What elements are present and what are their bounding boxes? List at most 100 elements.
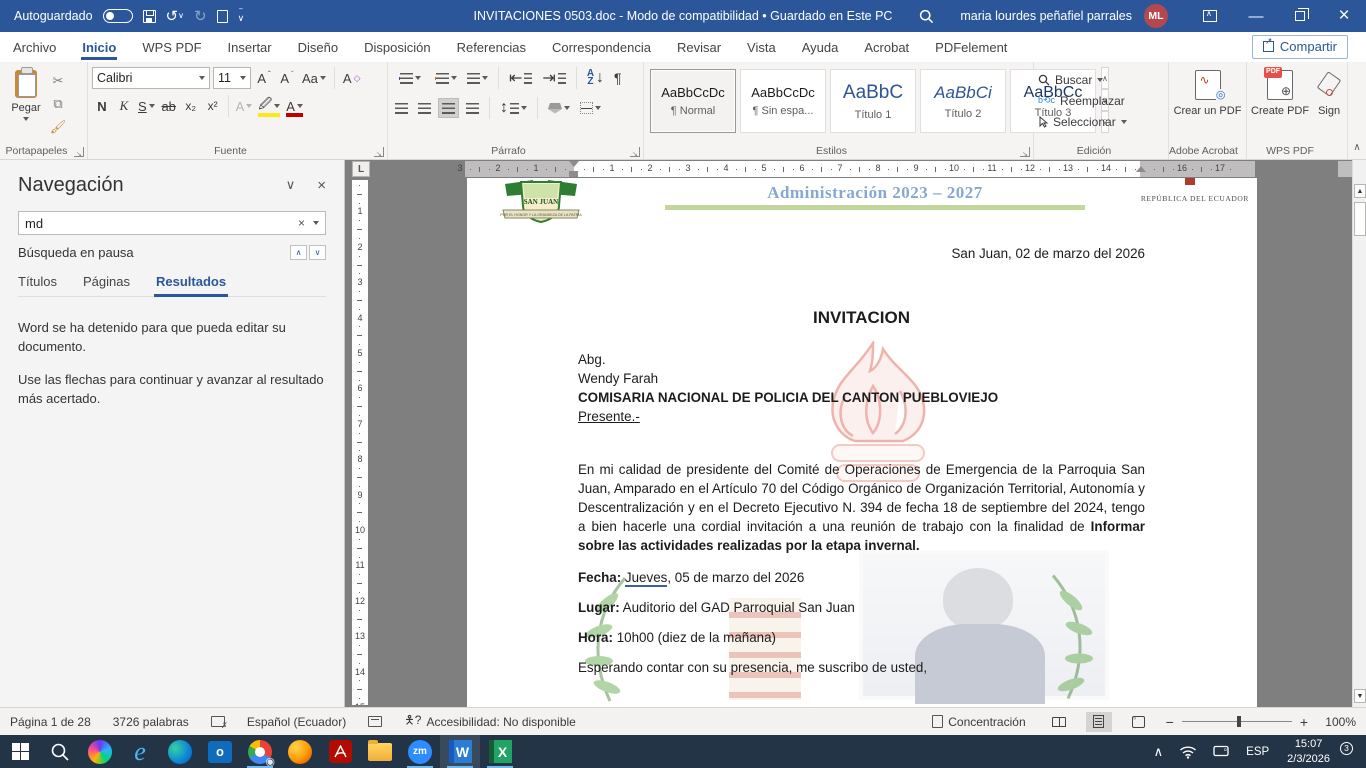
grow-font-button[interactable]: Aˆ <box>254 67 274 89</box>
customize-qat-icon[interactable]: ‾∨ <box>238 11 245 22</box>
show-marks-button[interactable]: ¶ <box>611 68 625 88</box>
superscript-button[interactable]: x² <box>203 95 223 117</box>
style-titulo-2[interactable]: AaBbCi Título 2 <box>920 69 1006 133</box>
style-sin-espaciado[interactable]: AaBbCcDc ¶ Sin espa... <box>740 69 826 133</box>
search-options-chevron-icon[interactable] <box>313 221 319 225</box>
clipboard-dialog-launcher[interactable] <box>74 147 84 157</box>
subscript-button[interactable]: x₂ <box>181 95 201 117</box>
indent-marker-left[interactable] <box>569 161 579 177</box>
align-right-button[interactable] <box>438 98 459 118</box>
highlight-button[interactable]: 🖉 <box>256 95 282 117</box>
zoom-slider-thumb[interactable] <box>1237 716 1241 727</box>
increase-indent-button[interactable]: ⇥ <box>539 68 568 88</box>
zoom-icon[interactable]: zm <box>400 735 440 768</box>
sort-button[interactable]: AZ↓ <box>584 68 607 88</box>
page-indicator[interactable]: Página 1 de 28 <box>10 715 91 729</box>
tab-revisar[interactable]: Revisar <box>664 32 734 62</box>
scrollbar-thumb[interactable] <box>1354 202 1366 236</box>
nav-tab-titulos[interactable]: Títulos <box>18 274 57 289</box>
undo-icon[interactable]: ↺∨ <box>166 9 184 24</box>
replace-button[interactable]: b⟲c Reemplazar <box>1038 90 1164 111</box>
clock[interactable]: 15:07 2/3/2026 <box>1278 737 1339 767</box>
close-button[interactable]: × <box>1322 0 1366 32</box>
borders-button[interactable] <box>577 98 604 118</box>
wifi-icon[interactable] <box>1171 745 1205 759</box>
tab-diseno[interactable]: Diseño <box>285 32 351 62</box>
change-case-button[interactable]: Aa <box>300 67 328 89</box>
tab-vista[interactable]: Vista <box>734 32 789 62</box>
align-center-button[interactable] <box>415 98 434 118</box>
excel-icon[interactable]: X <box>480 735 520 768</box>
word-count[interactable]: 3726 palabras <box>113 715 189 729</box>
vertical-scrollbar[interactable]: ▲ ▼ <box>1352 160 1366 707</box>
internet-explorer-icon[interactable]: e <box>120 735 160 768</box>
taskbar-search-icon[interactable] <box>40 735 80 768</box>
previous-result-button[interactable]: ∧ <box>290 245 307 260</box>
align-left-button[interactable] <box>392 98 411 118</box>
copy-icon[interactable]: ⧉ <box>48 95 68 113</box>
bold-button[interactable]: N <box>92 95 112 117</box>
tab-referencias[interactable]: Referencias <box>444 32 539 62</box>
copilot-icon[interactable] <box>80 735 120 768</box>
nav-tab-paginas[interactable]: Páginas <box>83 274 130 289</box>
zoom-out-icon[interactable]: − <box>1166 714 1174 730</box>
tab-inicio[interactable]: Inicio <box>69 32 129 62</box>
tab-archivo[interactable]: Archivo <box>0 32 69 62</box>
restore-button[interactable] <box>1278 0 1322 32</box>
start-button[interactable] <box>0 735 40 768</box>
select-button[interactable]: Seleccionar <box>1038 111 1164 132</box>
find-button[interactable]: Buscar <box>1038 69 1164 90</box>
avatar[interactable]: ML <box>1144 4 1168 28</box>
scroll-down-icon[interactable]: ▼ <box>1354 689 1366 703</box>
underline-button[interactable]: S <box>136 95 157 117</box>
italic-button[interactable]: K <box>114 95 134 117</box>
ribbon-display-options-icon[interactable] <box>1190 0 1234 32</box>
file-explorer-icon[interactable] <box>360 735 400 768</box>
minimize-button[interactable]: — <box>1234 0 1278 32</box>
firefox-icon[interactable] <box>280 735 320 768</box>
acrobat-icon[interactable] <box>320 735 360 768</box>
tab-pdfelement[interactable]: PDFelement <box>922 32 1020 62</box>
paragraph-dialog-launcher[interactable] <box>630 147 640 157</box>
tab-ayuda[interactable]: Ayuda <box>789 32 852 62</box>
outlook-icon[interactable]: o <box>200 735 240 768</box>
tab-selector[interactable]: L <box>352 161 370 177</box>
multilevel-list-button[interactable] <box>464 68 491 88</box>
clear-formatting-button[interactable]: A◇ <box>341 67 363 89</box>
proofing-icon[interactable] <box>211 716 225 727</box>
next-result-button[interactable]: ∨ <box>309 245 326 260</box>
style-normal[interactable]: AaBbCcDc ¶ Normal <box>650 69 736 133</box>
zoom-slider[interactable]: − + <box>1166 714 1308 730</box>
word-icon[interactable]: W <box>440 735 480 768</box>
autosave-toggle[interactable] <box>103 9 133 23</box>
styles-dialog-launcher[interactable] <box>1020 147 1030 157</box>
user-name[interactable]: maria lourdes peñafiel parrales <box>960 9 1132 23</box>
search-clear-icon[interactable]: × <box>298 216 305 230</box>
paste-button[interactable]: Pegar <box>4 67 48 143</box>
decrease-indent-button[interactable]: ⇤ <box>506 68 535 88</box>
line-spacing-button[interactable]: ↕ <box>497 98 530 118</box>
tab-disposicion[interactable]: Disposición <box>351 32 443 62</box>
wps-sign-button[interactable]: Sign <box>1317 67 1341 143</box>
focus-mode-button[interactable]: Concentración <box>932 715 1025 729</box>
navigation-search-input[interactable]: md × <box>18 211 326 235</box>
language-indicator[interactable]: Español (Ecuador) <box>247 715 346 729</box>
wps-create-pdf-button[interactable]: Create PDF <box>1251 67 1309 143</box>
zoom-level[interactable]: 100% <box>1322 715 1356 729</box>
bullets-button[interactable] <box>392 68 424 88</box>
share-button[interactable]: Compartir <box>1252 35 1348 59</box>
chrome-icon[interactable] <box>240 735 280 768</box>
shading-button[interactable] <box>545 98 573 118</box>
cast-icon[interactable]: ¤ <box>1205 745 1237 758</box>
edge-icon[interactable] <box>160 735 200 768</box>
save-icon[interactable] <box>143 10 156 23</box>
numbering-button[interactable] <box>428 68 460 88</box>
read-mode-icon[interactable] <box>1046 712 1072 732</box>
tab-wps-pdf[interactable]: WPS PDF <box>129 32 214 62</box>
strikethrough-button[interactable]: ab <box>159 95 179 117</box>
horizontal-ruler[interactable]: 32112345678910111213141617 <box>372 161 1352 177</box>
print-layout-icon[interactable] <box>1086 712 1112 732</box>
language-tray[interactable]: ESP <box>1237 746 1278 758</box>
create-pdf-acrobat-button[interactable]: Crear un PDF <box>1173 67 1242 119</box>
cut-icon[interactable]: ✂ <box>48 72 68 90</box>
